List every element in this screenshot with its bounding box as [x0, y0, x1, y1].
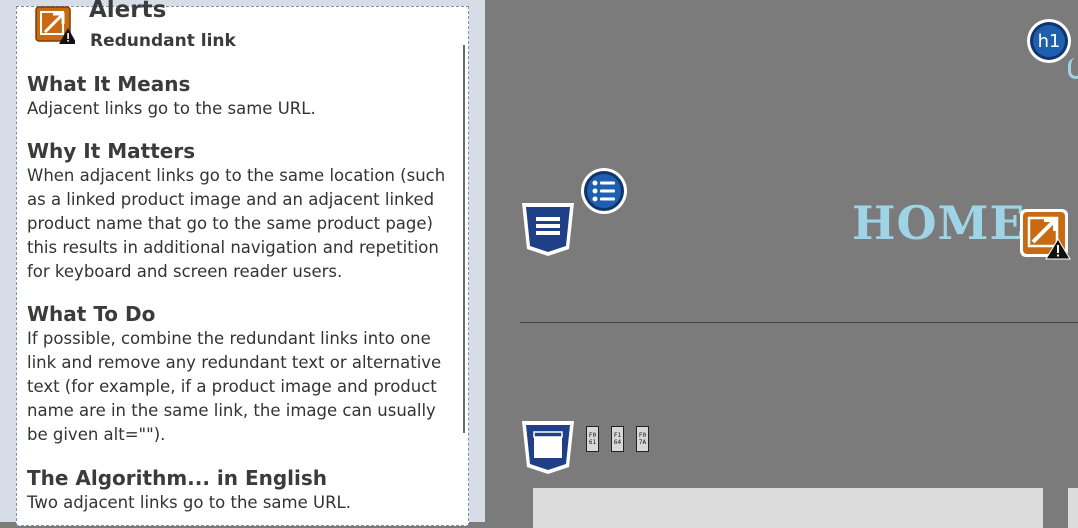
- panel-subtitle: Redundant link: [90, 31, 236, 51]
- section-body: Adjacent links go to the same URL.: [27, 99, 316, 118]
- heading-h1-icon[interactable]: h1: [1025, 17, 1073, 65]
- unicode-char-chip: F1 64: [611, 426, 624, 452]
- link-chain-icon: [1068, 58, 1078, 79]
- h1-badge-text: h1: [1038, 31, 1061, 52]
- list-icon[interactable]: [579, 166, 629, 216]
- section-heading: The Algorithm... in English: [27, 466, 328, 490]
- unicode-char-chip: F0 7A: [636, 426, 649, 452]
- redundant-link-alert-icon: [35, 6, 75, 44]
- section-body: When adjacent links go to the same locat…: [27, 166, 446, 281]
- html5-nav-region-icon[interactable]: [519, 200, 577, 258]
- html5-header-region-icon[interactable]: [519, 418, 577, 476]
- panel-scrollbar[interactable]: [463, 45, 465, 433]
- section-body: Two adjacent links go to the same URL.: [27, 493, 351, 512]
- section-heading: Why It Matters: [27, 139, 196, 163]
- section-what-it-means: What It Means Adjacent links go to the s…: [27, 71, 461, 121]
- panel-title: Alerts: [89, 0, 167, 23]
- section-heading: What It Means: [27, 72, 191, 96]
- section-why-it-matters: Why It Matters When adjacent links go to…: [27, 138, 461, 284]
- content-block: [1068, 488, 1078, 528]
- content-block: [533, 488, 1043, 528]
- home-heading[interactable]: HOME: [852, 196, 1026, 250]
- section-algorithm: The Algorithm... in English Two adjacent…: [27, 465, 461, 515]
- section-what-to-do: What To Do If possible, combine the redu…: [27, 301, 461, 447]
- redundant-link-alert-icon[interactable]: [1018, 207, 1074, 263]
- horizontal-rule: [520, 322, 1078, 323]
- unicode-char-chip: F0 61: [586, 426, 599, 452]
- section-body: If possible, combine the redundant links…: [27, 329, 442, 444]
- section-heading: What To Do: [27, 302, 156, 326]
